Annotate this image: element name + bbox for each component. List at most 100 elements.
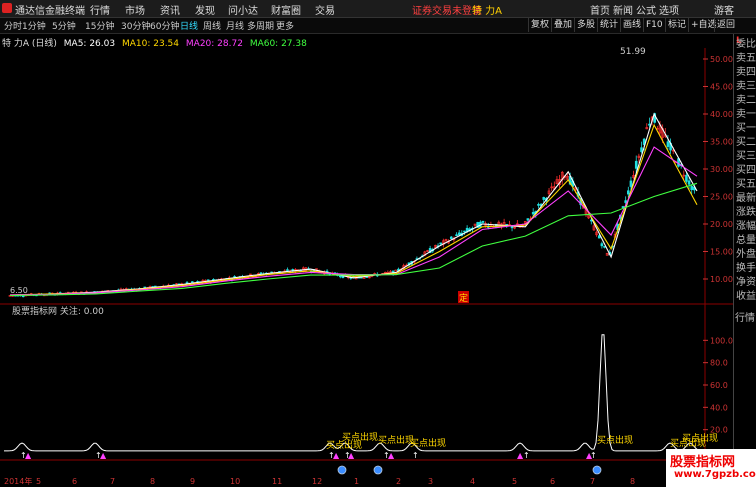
mark-button[interactable]: 标记: [665, 18, 688, 32]
signal-label: 买点出现: [342, 431, 378, 443]
sidebar-item[interactable]: 买三: [735, 150, 756, 164]
x-axis-label: 8: [630, 477, 635, 486]
candle-body: [687, 180, 691, 185]
period-5min[interactable]: 5分钟: [52, 19, 76, 32]
candle-body: [626, 190, 630, 195]
sidebar-item[interactable]: 委比: [735, 38, 756, 52]
candle-body: [463, 230, 466, 233]
period-15min[interactable]: 15分钟: [85, 19, 114, 32]
x-axis-label: 7: [110, 477, 115, 486]
x-axis-label: 5: [512, 477, 517, 486]
quote-tab[interactable]: 行情: [735, 312, 755, 325]
sidebar-item[interactable]: 买一: [735, 122, 756, 136]
event-dot-icon: [592, 465, 602, 475]
period-multi[interactable]: 多周期: [247, 19, 274, 32]
y-tick-label: 15.00: [710, 248, 733, 257]
x-axis-label: 10: [230, 477, 240, 486]
y-tick-label: 35.00: [710, 138, 733, 147]
watermark: 股票指标网 www.7gpzb.com: [666, 449, 756, 487]
menu-discover[interactable]: 发现: [195, 2, 215, 17]
sidebar-item[interactable]: 外盘: [735, 248, 756, 262]
y-tick-label: 45.00: [710, 83, 733, 92]
period-timeshare[interactable]: 分时: [4, 19, 22, 32]
period-60min[interactable]: 60分钟: [150, 19, 179, 32]
signal-label: 买点出现: [378, 434, 414, 446]
sidebar-item[interactable]: 卖一: [735, 108, 756, 122]
candle-body: [624, 200, 627, 203]
sidebar-item[interactable]: 换手: [735, 262, 756, 276]
sidebar-item[interactable]: 买四: [735, 164, 756, 178]
sidebar-item[interactable]: 卖三: [735, 80, 756, 94]
overlay-button[interactable]: 叠加: [551, 18, 574, 32]
sidebar-item[interactable]: 买二: [735, 136, 756, 150]
x-axis-label: 4: [470, 477, 475, 486]
sidebar-item[interactable]: 收益: [735, 290, 756, 304]
candle-body: [685, 174, 688, 182]
adjust-button[interactable]: 复权: [528, 18, 551, 32]
menu-market[interactable]: 市场: [125, 2, 145, 17]
period-1min[interactable]: 1分钟: [22, 19, 46, 32]
app-title: 通达信金融终端: [15, 6, 85, 17]
multi-stock-button[interactable]: 多股: [574, 18, 597, 32]
indicator-panel: 100.080.060.040.020.0↑▲↑▲↑▲↑▲↑▲↑▲↑▲↑▲↑: [4, 334, 733, 475]
watermark-url: www.7gpzb.com: [674, 469, 756, 480]
candle-body: [455, 234, 458, 237]
sidebar-item[interactable]: 净资: [735, 276, 756, 290]
menu-quotes[interactable]: 行情: [90, 2, 110, 17]
sidebar-item[interactable]: 最新: [735, 192, 756, 206]
candle-body: [640, 147, 643, 153]
candle-body: [531, 212, 535, 215]
x-axis-label: 2014年: [4, 476, 32, 486]
candle-body: [648, 123, 651, 126]
sidebar-item[interactable]: 涨跌: [735, 206, 756, 220]
ind-y-tick-label: 40.0: [710, 403, 728, 412]
news-link[interactable]: 新闻: [613, 2, 633, 17]
ind-y-tick-label: 60.0: [710, 381, 728, 390]
high-price-label: 51.99: [620, 47, 646, 57]
candle-body: [621, 206, 625, 208]
x-axis-label: 5: [36, 477, 41, 486]
ind-y-tick-label: 80.0: [710, 359, 728, 368]
x-axis-label: 2: [396, 477, 401, 486]
y-tick-label: 20.00: [710, 220, 733, 229]
ma10-label: MA10: 23.54: [121, 39, 180, 49]
sidebar-item[interactable]: 卖二: [735, 94, 756, 108]
menu-ask[interactable]: 问小达: [228, 2, 258, 17]
period-monthly[interactable]: 月线: [226, 19, 244, 32]
chart-header: 特 力A (日线) MA5: 26.03 MA10: 23.54 MA20: 2…: [2, 36, 311, 49]
menu-trade[interactable]: 交易: [315, 2, 335, 17]
period-more[interactable]: 更多: [276, 19, 294, 32]
menu-wealth[interactable]: 财富圈: [271, 2, 301, 17]
stats-button[interactable]: 统计: [597, 18, 620, 32]
menu-news[interactable]: 资讯: [160, 2, 180, 17]
title-bar: 通达信金融终端 行情 市场 资讯 发现 问小达 财富圈 交易 证券交易未登录 特…: [0, 0, 756, 18]
y-tick-label: 40.00: [710, 110, 733, 119]
guest-link[interactable]: 游客: [714, 2, 734, 17]
date-axis: 2014年 5 6 7 8 9 10 11 12 1 2 3 4 5 6 7 8: [4, 476, 635, 486]
period-weekly[interactable]: 周线: [203, 19, 221, 32]
kline-chart[interactable]: 50.00 45.00 40.00 35.00 30.00 25.00 20.00 15.00…: [0, 34, 733, 487]
candle-body: [526, 218, 530, 221]
home-link[interactable]: 首页: [590, 2, 610, 17]
period-toolbar: 分时 1分钟 5分钟 15分钟 30分钟 60分钟 日线 周线 月线 多周期 更…: [0, 18, 756, 34]
ma20-label: MA20: 28.72: [185, 39, 243, 49]
sidebar-item[interactable]: 总量: [735, 234, 756, 248]
sidebar-item[interactable]: 卖五: [735, 52, 756, 66]
formula-link[interactable]: 公式: [636, 2, 656, 17]
x-axis-label: 6: [550, 477, 555, 486]
options-link[interactable]: 选项: [659, 2, 679, 17]
signal-label: 买点出现: [682, 432, 718, 444]
ma5-label: MA5: 26.03: [63, 39, 116, 49]
f10-button[interactable]: F10: [643, 18, 665, 32]
period-daily[interactable]: 日线: [180, 19, 198, 32]
sidebar-item[interactable]: 买五: [735, 178, 756, 192]
buy-arrow-icon: ▲: [333, 451, 340, 460]
draw-button[interactable]: 画线: [620, 18, 643, 32]
signal-label: 买点出现: [597, 434, 633, 446]
sidebar-item[interactable]: 卖四: [735, 66, 756, 80]
period-30min[interactable]: 30分钟: [121, 19, 150, 32]
back-button[interactable]: 返回: [714, 18, 737, 32]
sidebar-item[interactable]: 涨幅: [735, 220, 756, 234]
candle-body: [537, 204, 540, 206]
candle-body: [629, 180, 633, 187]
